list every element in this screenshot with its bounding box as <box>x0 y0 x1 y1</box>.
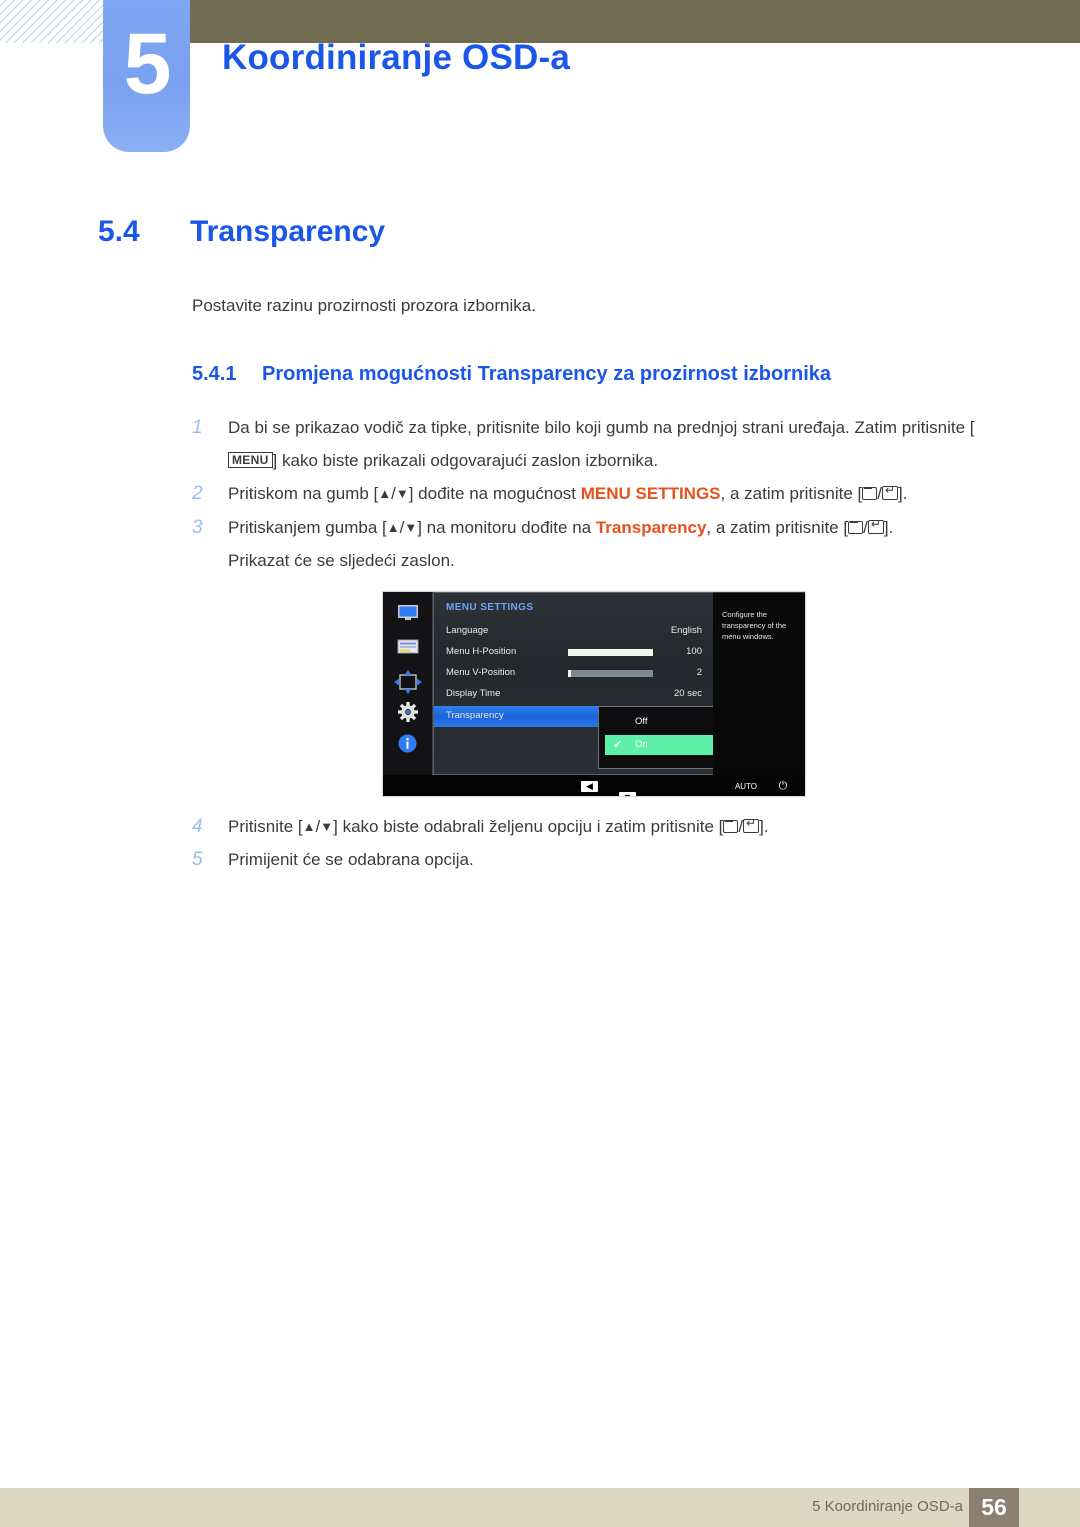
step-4: 4 Pritisnite [▲/▼] kako biste odabrali ž… <box>192 810 1002 843</box>
down-arrow-icon: ▼ <box>404 520 418 535</box>
source-box-icon <box>848 521 864 534</box>
step-4-text-a: Pritisnite [ <box>228 817 303 836</box>
osd-help-panel: Configure the transparency of the menu w… <box>713 592 805 775</box>
section-intro: Postavite razinu prozirnosti prozora izb… <box>192 296 536 315</box>
step-text: Da bi se prikazao vodič za tipke, pritis… <box>228 411 1002 477</box>
step-3-text-e: ]. <box>883 518 894 537</box>
step-number: 2 <box>192 483 203 504</box>
osd-row-menu-h-position[interactable]: Menu H-Position 100 <box>434 642 714 663</box>
osd-help-text: Configure the transparency of the menu w… <box>722 610 787 641</box>
osd-body: MENU SETTINGS Language English Menu H-Po… <box>383 592 805 775</box>
option-label: On <box>635 739 648 750</box>
step-4-text-e: ]. <box>759 817 769 836</box>
osd-row-language[interactable]: Language English <box>434 621 714 642</box>
power-icon[interactable]: ⏻ <box>773 781 793 792</box>
step-2-text-b: ] dođite na mogućnost <box>408 484 581 503</box>
down-arrow-icon: ▼ <box>320 819 334 834</box>
source-box-icon <box>723 820 739 833</box>
osd-row-label: Menu V-Position <box>446 667 516 678</box>
osd-row-label: Display Time <box>446 688 501 699</box>
step-number: 3 <box>192 517 203 538</box>
osd-row-value: 100 <box>686 646 702 657</box>
page-number: 56 <box>969 1488 1019 1527</box>
option-label: Off <box>635 716 648 727</box>
source-box-icon <box>862 487 878 500</box>
osd-slider-h[interactable] <box>568 649 653 656</box>
step-text: Pritisnite [▲/▼] kako biste odabrali žel… <box>228 810 1002 843</box>
step-4-text-b: ] kako biste odabrali željenu opciju i z… <box>333 817 724 836</box>
up-arrow-icon: ▲ <box>302 819 316 834</box>
enter-key-icon <box>867 520 884 534</box>
key-auto-label[interactable]: AUTO <box>727 781 765 792</box>
step-text: Primijenit će se odabrana opcija. <box>228 850 474 869</box>
osd-screenshot: MENU SETTINGS Language English Menu H-Po… <box>382 591 806 797</box>
osd-key-guide: ◀ ▼ ▲ ↵ AUTO ⏻ <box>383 775 805 796</box>
osd-row-value: 20 sec <box>674 688 702 699</box>
section-heading: 5.4 Transparency <box>98 215 385 249</box>
osd-icon-rail <box>383 592 433 775</box>
osd-slider-v[interactable] <box>568 670 653 677</box>
subsection-heading: 5.4.1 Promjena mogućnosti Transparency za… <box>192 363 831 386</box>
step-3-highlight: Transparency <box>595 518 707 537</box>
hatch-decoration <box>0 0 108 43</box>
osd-position-icon[interactable] <box>383 670 432 696</box>
step-3-text-b: ] na monitoru dođite na <box>417 518 596 537</box>
step-1-text-b: ] kako biste prikazali odgovarajući zasl… <box>272 451 659 470</box>
step-3: 3 Pritiskanjem gumba [▲/▼] na monitoru d… <box>192 511 1002 577</box>
step-3-text-c: , a zatim pritisnite [ <box>706 518 849 537</box>
step-2-highlight: MENU SETTINGS <box>580 484 721 503</box>
osd-row-value: 2 <box>696 667 702 678</box>
step-5: 5 Primijenit će se odabrana opcija. <box>192 843 1002 876</box>
step-2-text-a: Pritiskom na gumb [ <box>228 484 379 503</box>
osd-row-label: Menu H-Position <box>446 646 517 657</box>
osd-row-menu-v-position[interactable]: Menu V-Position 2 <box>434 663 714 684</box>
subsection-title: Promjena mogućnosti Transparency za proz… <box>262 363 832 385</box>
chapter-title: Koordiniranje OSD-a <box>222 38 571 77</box>
step-1: 1 Da bi se prikazao vodič za tipke, prit… <box>192 411 1002 477</box>
step-2: 2 Pritiskom na gumb [▲/▼] dođite na mogu… <box>192 477 1002 510</box>
picture-settings-icon[interactable] <box>383 639 432 656</box>
subsection-number: 5.4.1 <box>192 363 237 385</box>
header-topbar <box>190 0 1080 43</box>
enter-key-icon <box>881 486 898 500</box>
down-arrow-icon: ▼ <box>395 486 409 501</box>
up-arrow-icon: ▲ <box>386 520 400 535</box>
step-1-text-a: Da bi se prikazao vodič za tipke, pritis… <box>228 418 975 437</box>
step-3-text-f: Prikazat će se sljedeći zaslon. <box>228 551 455 570</box>
step-number: 1 <box>192 417 203 438</box>
step-2-text-e: ]. <box>897 484 908 503</box>
key-down-icon[interactable]: ▼ <box>619 792 636 796</box>
step-3-text-a: Pritiskanjem gumba [ <box>228 518 387 537</box>
check-icon: ✔ <box>613 739 623 751</box>
osd-menu-panel: MENU SETTINGS Language English Menu H-Po… <box>433 592 749 775</box>
chapter-number: 5 <box>123 16 172 112</box>
monitor-icon[interactable] <box>383 604 432 623</box>
menu-keycap: MENU <box>228 452 273 468</box>
osd-row-value: English <box>670 625 702 636</box>
section-number: 5.4 <box>98 215 140 248</box>
osd-row-display-time[interactable]: Display Time 20 sec <box>434 684 714 705</box>
key-left-icon[interactable]: ◀ <box>581 781 598 792</box>
osd-menu-title: MENU SETTINGS <box>446 602 534 613</box>
step-text: Pritiskom na gumb [▲/▼] dođite na mogućn… <box>228 477 1002 510</box>
up-arrow-icon: ▲ <box>378 486 392 501</box>
enter-key-icon <box>743 819 760 833</box>
footer-chapter-label: 5 Koordiniranje OSD-a <box>812 1498 963 1515</box>
step-number: 5 <box>192 849 203 870</box>
gear-icon[interactable] <box>383 702 432 724</box>
osd-row-label: Language <box>446 625 489 636</box>
osd-row-label: Transparency <box>446 710 504 721</box>
step-2-text-c: , a zatim pritisnite [ <box>720 484 863 503</box>
step-number: 4 <box>192 816 203 837</box>
step-text: Pritiskanjem gumba [▲/▼] na monitoru dođ… <box>228 511 1002 577</box>
section-title: Transparency <box>190 215 386 248</box>
info-icon[interactable] <box>383 734 432 755</box>
